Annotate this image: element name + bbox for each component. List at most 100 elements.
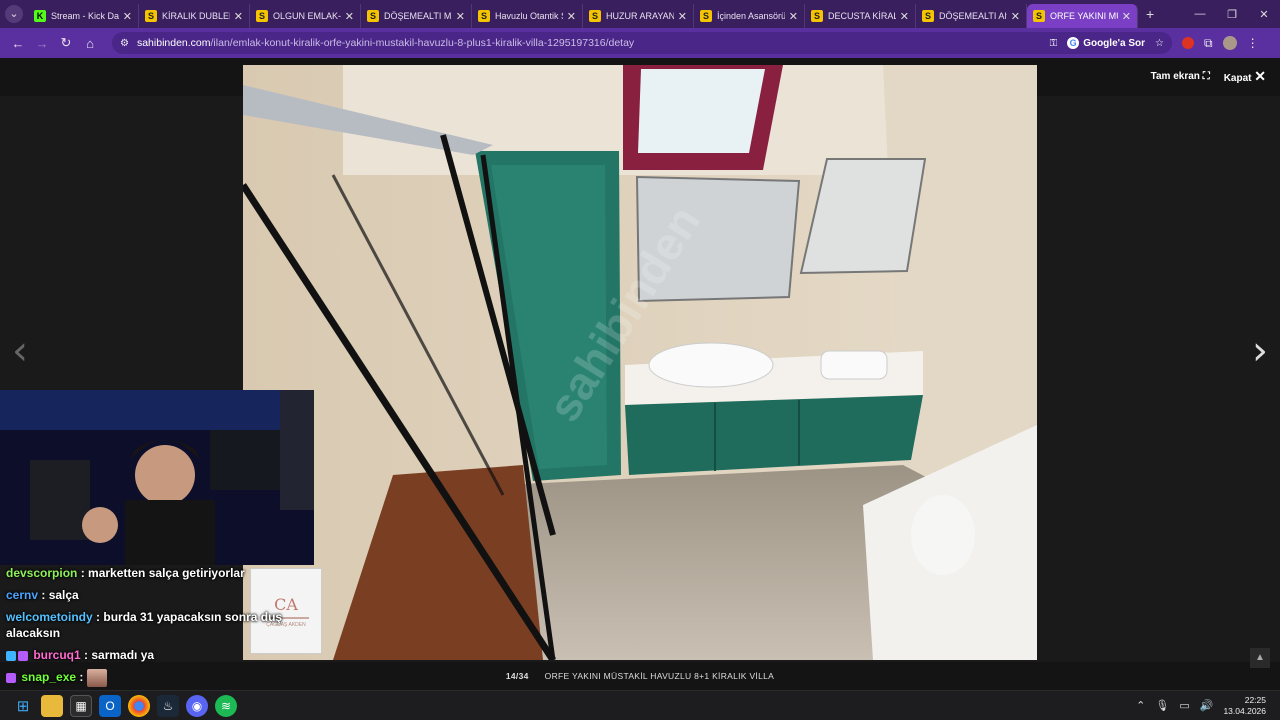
photo-counter: 14/34 — [505, 671, 529, 681]
close-label: Kapat — [1223, 73, 1252, 84]
volume-icon[interactable]: 🔊 — [1200, 699, 1214, 712]
listing-photo: sahibinden — [243, 65, 1037, 660]
tab-favicon-icon: S — [478, 10, 490, 22]
file-explorer-icon[interactable] — [41, 694, 63, 717]
tab-close-icon[interactable]: ✕ — [678, 10, 687, 23]
tab-favicon-icon: S — [145, 10, 157, 22]
google-sor-button[interactable]: G Google'a Sor — [1067, 37, 1145, 49]
tab-close-icon[interactable]: ✕ — [1011, 10, 1020, 23]
forward-icon[interactable]: → — [30, 36, 54, 51]
chat-badge-icon — [6, 650, 16, 661]
fullscreen-label: Tam ekran — [1150, 71, 1200, 82]
tab-favicon-icon: S — [256, 10, 268, 22]
tab-favicon-icon: S — [367, 10, 379, 22]
tab-title: KİRALIK DUBLEKS — [162, 11, 230, 21]
outlook-icon[interactable]: O — [99, 694, 121, 717]
chat-badge-icon — [6, 673, 16, 683]
tab-close-icon[interactable]: ✕ — [789, 10, 798, 23]
tab-favicon-icon: K — [34, 10, 46, 22]
browser-tab[interactable]: S KİRALIK DUBLEKS ✕ — [139, 4, 250, 28]
browser-tab[interactable]: S OLGUN EMLAK-M ✕ — [250, 4, 361, 28]
chat-text: marketten salça getiriyorlar — [88, 566, 245, 580]
back-icon[interactable]: ← — [6, 36, 30, 51]
windows-start-icon[interactable]: ⊞ — [12, 695, 34, 717]
tab-favicon-icon: S — [811, 10, 823, 22]
chat-username: cernv — [6, 588, 39, 602]
clock[interactable]: 22:25 13.04.2026 — [1223, 695, 1266, 717]
tab-title: HUZUR ARAYANL — [606, 11, 674, 21]
browser-tab[interactable]: S İçinden Asansörü ✕ — [694, 4, 805, 28]
chat-text: salça — [48, 588, 79, 602]
address-bar[interactable]: ⚙ sahibinden.com/ilan/emlak-konut-kirali… — [112, 32, 1172, 54]
prev-photo-icon[interactable]: ‹ — [12, 328, 28, 374]
browser-tab[interactable]: S DÖŞEMEALTI Alte ✕ — [916, 4, 1027, 28]
site-info-icon[interactable]: ⚙ — [120, 38, 129, 49]
clock-date: 13.04.2026 — [1223, 705, 1266, 716]
tab-title: DÖŞEMEALTI Alte — [939, 11, 1007, 21]
google-icon: G — [1067, 37, 1080, 49]
browser-tab[interactable]: S DÖŞEMEALTI MÜ ✕ — [361, 4, 472, 28]
fullscreen-icon: ⛶ — [1202, 71, 1210, 82]
tab-favicon-icon: S — [922, 10, 934, 22]
chat-message: burcuq1 : sarmadı ya — [0, 644, 320, 666]
next-photo-icon[interactable]: › — [1252, 328, 1268, 374]
tab-close-icon[interactable]: ✕ — [456, 10, 465, 23]
close-window-icon[interactable]: ✕ — [1248, 8, 1280, 21]
tab-close-icon[interactable]: ✕ — [567, 10, 576, 23]
window-controls: — ❐ ✕ — [1184, 0, 1280, 28]
scroll-top-icon[interactable]: ▲ — [1250, 648, 1270, 668]
tray-chevron-icon[interactable]: ⌃ — [1136, 699, 1145, 712]
menu-dots-icon[interactable]: ⋮ — [1247, 36, 1259, 50]
tab-title: Stream - Kick Das — [51, 11, 119, 21]
steam-icon[interactable]: ♨ — [157, 694, 179, 717]
puzzle-icon[interactable]: ⧉ — [1204, 36, 1213, 51]
tab-search-button[interactable]: ⌄ — [0, 0, 28, 28]
microphone-icon[interactable]: 🎙 — [1155, 699, 1169, 712]
tab-favicon-icon: S — [1033, 10, 1045, 22]
new-tab-button[interactable]: + — [1146, 6, 1154, 22]
discord-icon[interactable]: ◉ — [186, 694, 208, 717]
restore-icon[interactable]: ❐ — [1216, 8, 1248, 21]
url-host: sahibinden.com — [136, 37, 211, 49]
chevron-down-icon: ⌄ — [5, 5, 23, 23]
password-key-icon[interactable]: ⚿ — [1050, 38, 1058, 49]
network-icon[interactable]: ▭ — [1179, 699, 1189, 712]
browser-tab[interactable]: S Havuzlu Otantik S ✕ — [472, 4, 583, 28]
tab-close-icon[interactable]: ✕ — [1122, 10, 1131, 23]
chat-message: welcometoindy : burda 31 yapacaksın sonr… — [6, 610, 283, 640]
fullscreen-button[interactable]: Tam ekran ⛶ — [1151, 71, 1210, 82]
minimize-icon[interactable]: — — [1184, 8, 1216, 20]
webcam-overlay — [0, 390, 314, 565]
reload-icon[interactable]: ↻ — [54, 35, 78, 51]
browser-tab[interactable]: S ORFE YAKINI MÜ ✕ — [1027, 4, 1138, 28]
browser-toolbar: ← → ↻ ⌂ ⚙ sahibinden.com/ilan/emlak-konu… — [0, 28, 1280, 58]
store-icon[interactable]: ▦ — [70, 694, 92, 717]
bookmark-star-icon[interactable]: ☆ — [1155, 38, 1164, 49]
tab-close-icon[interactable]: ✕ — [234, 10, 243, 23]
tab-close-icon[interactable]: ✕ — [345, 10, 354, 23]
chat-username: snap_exe — [21, 670, 77, 685]
chat-message: snap_exe : — [0, 666, 320, 690]
tab-title: Havuzlu Otantik S — [495, 11, 563, 21]
close-icon: ✕ — [1254, 68, 1266, 84]
system-tray: ⌃ 🎙 ▭ 🔊 22:25 13.04.2026 — [1136, 695, 1280, 717]
chat-message: cernv : salça — [6, 588, 79, 602]
browser-tab[interactable]: K Stream - Kick Das ✕ — [28, 4, 139, 28]
tab-close-icon[interactable]: ✕ — [123, 10, 132, 23]
tab-favicon-icon: S — [589, 10, 601, 22]
chat-badge-icon — [18, 650, 28, 661]
browser-tab[interactable]: S DECUSTA KİRALIK ✕ — [805, 4, 916, 28]
chrome-icon[interactable] — [128, 694, 150, 717]
home-icon[interactable]: ⌂ — [78, 36, 102, 51]
browser-tab[interactable]: S HUZUR ARAYANL ✕ — [583, 4, 694, 28]
tab-title: OLGUN EMLAK-M — [273, 11, 341, 21]
tab-list: K Stream - Kick Das ✕ S KİRALIK DUBLEKS ✕ S OLG… — [28, 0, 1138, 28]
extension-icon[interactable] — [1182, 37, 1194, 49]
tab-close-icon[interactable]: ✕ — [900, 10, 909, 23]
spotify-icon[interactable]: ≋ — [215, 694, 237, 717]
tab-title: ORFE YAKINI MÜ — [1050, 11, 1118, 21]
chat-username: welcometoindy — [6, 610, 93, 624]
close-viewer-button[interactable]: Kapat ✕ — [1224, 68, 1266, 85]
profile-avatar[interactable] — [1222, 36, 1237, 50]
url-path: /ilan/emlak-konut-kiralik-orfe-yakini-mu… — [210, 37, 635, 49]
